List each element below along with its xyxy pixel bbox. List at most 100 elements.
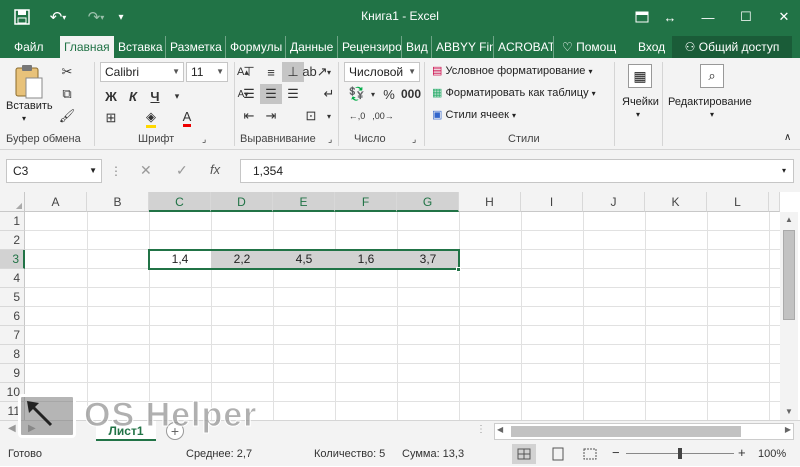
collapse-ribbon-icon[interactable]: ∧	[784, 132, 791, 143]
column-header[interactable]: E	[273, 192, 335, 212]
increase-indent-icon[interactable]: ⇥	[260, 106, 282, 126]
borders-icon[interactable]: ⊞	[100, 108, 122, 128]
enter-icon[interactable]: ✓	[176, 162, 188, 179]
zoom-slider-thumb[interactable]	[678, 448, 682, 459]
number-format-select[interactable]: Числовой ▼	[344, 62, 420, 82]
tab-acrobat[interactable]: ACROBAT	[494, 36, 554, 58]
underline-dropdown-icon[interactable]: ▾	[166, 86, 188, 106]
editing-dropdown-icon[interactable]: ▾	[710, 110, 714, 119]
orientation-dropdown-icon[interactable]: ▾	[318, 62, 340, 82]
cells-dropdown-icon[interactable]: ▾	[636, 110, 640, 119]
tab-review[interactable]: Рецензиро	[338, 36, 402, 58]
percent-icon[interactable]: %	[378, 84, 400, 104]
row-header[interactable]: 1	[0, 212, 25, 231]
restore-arrows-icon[interactable]: ↔	[660, 0, 680, 34]
column-header[interactable]: J	[583, 192, 645, 212]
column-header[interactable]: B	[87, 192, 149, 212]
tab-insert[interactable]: Вставка	[114, 36, 166, 58]
fill-color-icon[interactable]: ◈	[140, 108, 162, 128]
ribbon-display-icon[interactable]	[622, 0, 662, 34]
row-header[interactable]: 5	[0, 288, 25, 307]
scroll-right-icon[interactable]: ▶	[785, 425, 791, 434]
tab-data[interactable]: Данные	[286, 36, 338, 58]
align-bottom-icon[interactable]: ⊥	[282, 62, 304, 82]
italic-button[interactable]: К	[122, 86, 144, 106]
column-header[interactable]: A	[25, 192, 87, 212]
align-left-icon[interactable]: ☰	[238, 84, 260, 104]
sheet-nav-prev-icon[interactable]: ◀	[8, 423, 16, 434]
row-header[interactable]: 8	[0, 345, 25, 364]
formula-input[interactable]: 1,354	[240, 159, 794, 183]
share-button[interactable]: ⚇ Общий доступ	[672, 36, 792, 58]
font-color-icon[interactable]: A	[176, 108, 198, 128]
scroll-down-icon[interactable]: ▼	[780, 404, 798, 420]
column-header[interactable]: D	[211, 192, 273, 212]
row-header[interactable]: 2	[0, 231, 25, 250]
column-header[interactable]: I	[521, 192, 583, 212]
expand-formula-bar-icon[interactable]: ▾	[782, 166, 786, 175]
sign-in-link[interactable]: Вход	[634, 36, 668, 58]
tab-view[interactable]: Вид	[402, 36, 432, 58]
format-as-table-button[interactable]: ▦ Форматировать как таблицу ▾	[432, 86, 596, 99]
hscroll-thumb[interactable]	[511, 426, 741, 437]
tab-formulas[interactable]: Формулы	[226, 36, 286, 58]
cells-icon[interactable]: ▦	[628, 64, 652, 88]
column-header[interactable]: C	[149, 192, 211, 212]
row-header[interactable]: 10	[0, 383, 25, 402]
undo-icon[interactable]: ↶ ▾	[42, 0, 74, 34]
minimize-icon[interactable]: —	[688, 0, 728, 34]
vertical-scrollbar[interactable]: ▲ ▼	[780, 212, 798, 420]
zoom-in-icon[interactable]: +	[738, 445, 746, 460]
tab-page-layout[interactable]: Разметка с	[166, 36, 226, 58]
font-dialog-icon[interactable]: ⌟	[202, 134, 206, 145]
row-header[interactable]: 11	[0, 402, 25, 420]
row-header[interactable]: 6	[0, 307, 25, 326]
scroll-up-icon[interactable]: ▲	[780, 212, 798, 228]
bold-button[interactable]: Ж	[100, 86, 122, 106]
decrease-decimal-icon[interactable]: ,00→	[372, 106, 394, 126]
paste-button[interactable]: Вставить	[6, 100, 53, 112]
cell-styles-button[interactable]: ▣ Стили ячеек ▾	[432, 108, 516, 121]
hscroll-options-icon[interactable]: ⋮	[476, 424, 486, 435]
tab-help[interactable]: ♡ Помощ	[558, 36, 628, 58]
align-top-icon[interactable]: ⊤	[238, 62, 260, 82]
normal-view-icon[interactable]	[512, 444, 536, 464]
row-header[interactable]: 3	[0, 250, 25, 269]
sheet-tab-list1[interactable]: Лист1	[96, 421, 156, 441]
save-icon[interactable]	[8, 0, 36, 34]
name-box[interactable]: C3 ▼	[6, 159, 102, 183]
cancel-icon[interactable]: ✕	[140, 162, 152, 179]
page-break-icon[interactable]	[578, 444, 602, 464]
font-size-select[interactable]: 11 ▼	[186, 62, 228, 82]
format-painter-icon[interactable]: 🖌	[56, 106, 78, 126]
cells-button[interactable]: Ячейки	[622, 96, 659, 108]
thousands-separator-icon[interactable]: 000	[400, 84, 422, 104]
row-header[interactable]: 9	[0, 364, 25, 383]
font-name-select[interactable]: Calibri ▼	[100, 62, 184, 82]
alignment-dialog-icon[interactable]: ⌟	[328, 134, 332, 145]
maximize-icon[interactable]: ☐	[726, 0, 766, 34]
column-header[interactable]: G	[397, 192, 459, 212]
merge-dropdown-icon[interactable]: ▾	[318, 106, 340, 126]
find-icon[interactable]: ⌕	[700, 64, 724, 88]
editing-button[interactable]: Редактирование	[668, 96, 752, 108]
decrease-indent-icon[interactable]: ⇤	[238, 106, 260, 126]
customize-quick-access-icon[interactable]: ▾	[114, 0, 128, 34]
column-header[interactable]: L	[707, 192, 769, 212]
row-header[interactable]: 4	[0, 269, 25, 288]
new-sheet-icon[interactable]: +	[166, 422, 184, 440]
align-center-icon[interactable]: ☰	[260, 84, 282, 104]
zoom-level[interactable]: 100%	[758, 448, 786, 460]
close-icon[interactable]: ✕	[764, 0, 800, 34]
page-layout-icon[interactable]	[546, 444, 570, 464]
redo-icon[interactable]: ↷ ▾	[80, 0, 112, 34]
number-dialog-icon[interactable]: ⌟	[412, 134, 416, 145]
column-header[interactable]: H	[459, 192, 521, 212]
insert-function-icon[interactable]: fx	[210, 162, 220, 177]
underline-button[interactable]: Ч	[144, 86, 166, 106]
sheet-nav-next-icon[interactable]: ▶	[28, 423, 36, 434]
paste-dropdown-icon[interactable]: ▾	[22, 114, 26, 123]
increase-decimal-icon[interactable]: ←,0	[346, 106, 368, 126]
column-header[interactable]: F	[335, 192, 397, 212]
align-right-icon[interactable]: ☰	[282, 84, 304, 104]
